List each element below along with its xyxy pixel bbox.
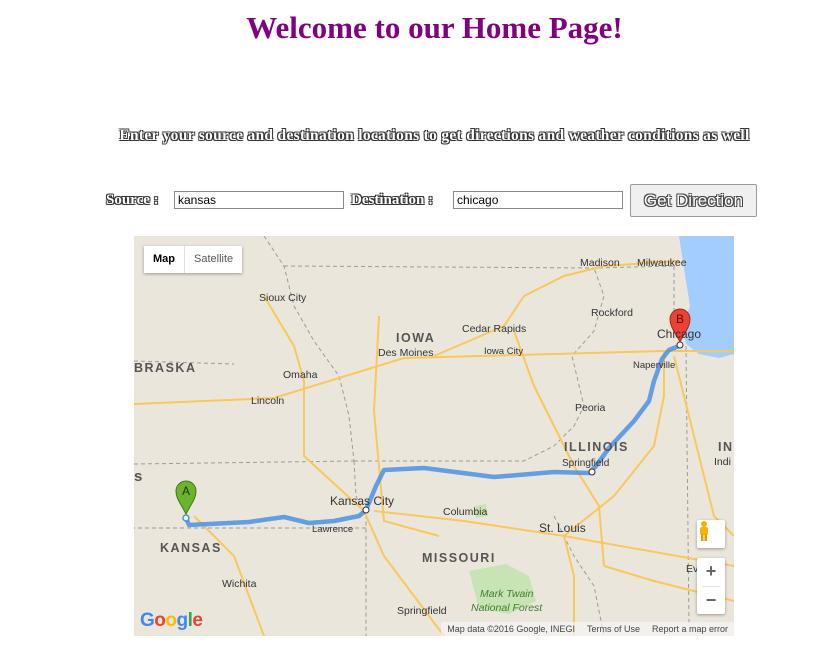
label-mark-twain: Mark Twain	[480, 588, 534, 600]
label-des-moines: Des Moines	[378, 347, 433, 359]
zoom-control: + −	[697, 558, 725, 614]
label-chicago: Chicago	[657, 327, 701, 341]
source-input[interactable]: kansas	[174, 191, 344, 209]
label-milwaukee: Milwaukee	[637, 257, 687, 269]
route-line	[183, 343, 682, 528]
marker-a-label: A	[182, 484, 190, 498]
marker-b-label: B	[676, 312, 684, 326]
label-cedar-rapids: Cedar Rapids	[462, 323, 526, 335]
source-label: Source :	[106, 192, 159, 208]
state-borders	[134, 236, 690, 636]
label-national-forest: National Forest	[471, 602, 543, 614]
label-missouri: MISSOURI	[422, 551, 496, 565]
get-direction-button[interactable]: Get Direction	[630, 184, 757, 217]
map-view[interactable]: A B Madison Milwaukee Sioux City IOWA Ce…	[134, 236, 734, 636]
google-logo[interactable]: Google	[140, 610, 203, 632]
label-wichita: Wichita	[222, 578, 257, 590]
label-iowa: IOWA	[396, 331, 435, 345]
map-attribution: Map data ©2016 Google, INEGI Terms of Us…	[441, 622, 734, 636]
springfield-dot	[588, 468, 596, 476]
label-nebraska: BRASKA	[134, 361, 196, 375]
label-st-louis: St. Louis	[539, 521, 586, 535]
label-omaha: Omaha	[283, 369, 318, 381]
label-sioux-city: Sioux City	[259, 292, 307, 304]
report-map-error-link[interactable]: Report a map error	[646, 622, 734, 636]
terms-of-use-link[interactable]: Terms of Use	[581, 622, 646, 636]
label-peoria: Peoria	[575, 402, 606, 414]
destination-input[interactable]: chicago	[453, 191, 623, 209]
street-view-pegman-icon[interactable]	[697, 520, 725, 548]
label-springfield-mo: Springfield	[397, 605, 447, 617]
map-type-control: Map Satellite	[144, 246, 243, 273]
label-lincoln: Lincoln	[251, 395, 284, 407]
label-iowa-city: Iowa City	[484, 346, 523, 357]
map-type-map-button[interactable]: Map	[144, 246, 185, 273]
label-springfield-il: Springfield	[562, 458, 609, 469]
marker-a-icon[interactable]: A	[175, 480, 197, 516]
route-start-dot	[182, 514, 190, 522]
zoom-out-button[interactable]: −	[697, 587, 725, 615]
label-kansas: KANSAS	[160, 541, 222, 555]
label-lawrence: Lawrence	[312, 524, 353, 535]
zoom-in-button[interactable]: +	[697, 558, 725, 586]
destination-label: Destination :	[351, 192, 434, 208]
label-kansas-city: Kansas City	[330, 494, 394, 508]
map-canvas[interactable]: A B Madison Milwaukee Sioux City IOWA Ce…	[134, 236, 734, 636]
label-rockford: Rockford	[591, 307, 633, 319]
map-type-satellite-button[interactable]: Satellite	[185, 246, 242, 273]
label-madison: Madison	[580, 257, 620, 269]
page-title: Welcome to our Home Page!	[246, 10, 623, 45]
map-labels: Madison Milwaukee Sioux City IOWA Cedar …	[134, 257, 734, 617]
map-data-credit: Map data ©2016 Google, INEGI	[447, 624, 575, 634]
label-illinois: ILLINOIS	[564, 440, 629, 454]
label-naperville: Naperville	[633, 360, 675, 371]
label-indiana: IN	[718, 440, 734, 454]
page-subtitle: Enter your source and destination locati…	[119, 127, 750, 144]
label-columbia: Columbia	[443, 506, 488, 518]
direction-form: Source : kansas Destination : chicago Ge…	[0, 184, 829, 218]
label-state-partial: s	[134, 468, 142, 485]
label-indianapolis: Indi	[714, 456, 731, 468]
